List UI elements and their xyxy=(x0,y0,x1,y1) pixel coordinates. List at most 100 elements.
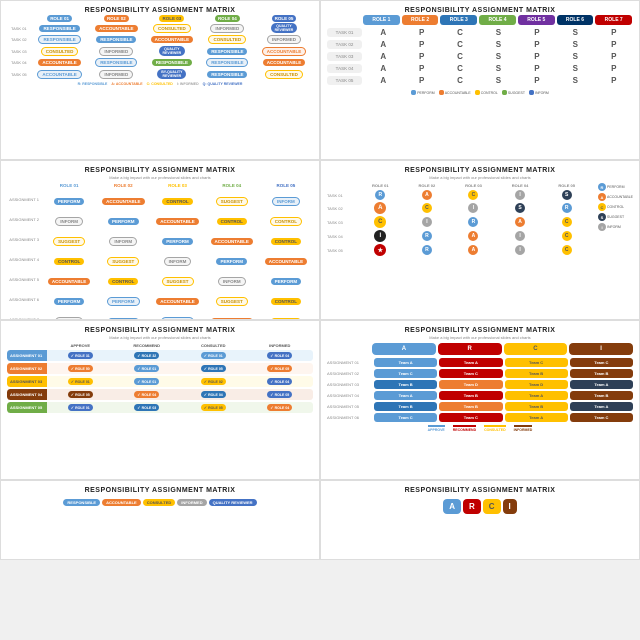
ci-legend-r: R xyxy=(598,183,606,191)
cg-cell-5-3: ✓ROLE 05 xyxy=(180,402,247,413)
cell2-title: RESPONSIBILITY ASSIGNMENT MATRIX xyxy=(405,7,556,14)
icon-grid-container: ROLE 01 ROLE 02 ROLE 03 ROLE 04 ROLE 05 … xyxy=(327,183,633,258)
cg-cell-5-4: ✓ROLE 04 xyxy=(247,402,314,413)
tg-cell-5-4: Team A xyxy=(570,402,633,411)
tg-legend: APPROVE RECOMMEND CONSULTED INFORMED xyxy=(327,425,633,432)
ig-task-1: TASK 01 xyxy=(327,193,357,198)
ci-t4r5: C xyxy=(562,231,572,241)
tg-label-1: ASSIGNMENT 01 xyxy=(327,360,372,365)
pg-row-5: ASSIGNMENT 5 ACCOUNTABLE CONTROL SUGGEST… xyxy=(7,270,313,288)
legend-i: I: INFORMED xyxy=(177,82,199,86)
cp-3-3: ✓ROLE 02 xyxy=(201,378,226,385)
cg-row-4: ASSIGNMENT 04 ✓ROLE 05 ✓ROLE 04 ✓ROLE 04… xyxy=(7,389,313,400)
ci-t1r3: C xyxy=(468,190,478,200)
cg-cell-2-2: ✓ROLE 01 xyxy=(114,363,181,374)
cell-4-5: P xyxy=(518,63,556,74)
ci-legend-s: S xyxy=(598,213,606,221)
cell3-title: RESPONSIBILITY ASSIGNMENT MATRIX xyxy=(85,167,236,174)
task-label-2: TASK 02 xyxy=(327,40,362,49)
legend-perform: PERFORM xyxy=(411,90,435,95)
tg-cell-3-1: Team B xyxy=(374,380,437,389)
tg-leg-consulted: CONSULTED xyxy=(484,425,506,432)
cell-5-5: P xyxy=(518,75,556,86)
cg-label-4: ASSIGNMENT 04 xyxy=(7,389,47,400)
c8-col-c: C xyxy=(483,499,501,514)
tg-cell-4-4: Team B xyxy=(570,391,633,400)
col-role7: ROLE 7 xyxy=(595,15,632,25)
ig-row-t02: TASK 02 A C I S R xyxy=(327,202,590,214)
tg-label-5: ASSIGNMENT 05 xyxy=(327,404,372,409)
cp-1-4: ✓ROLE 04 xyxy=(267,352,292,359)
tg-cell-2-1: Team C xyxy=(374,369,437,378)
cg-row-2: ASSIGNMENT 02 ✓ROLE 50 ✓ROLE 01 ✓ROLE 05… xyxy=(7,363,313,374)
ig-col-r05: ROLE 05 xyxy=(543,183,590,188)
role-header-3: ROLE 03 xyxy=(159,15,184,22)
tg-cell-3-2: Team D xyxy=(439,380,502,389)
role-header-1: ROLE 01 xyxy=(47,15,72,22)
col-role4: ROLE 4 xyxy=(479,15,516,25)
tg-cell-6-1: Team C xyxy=(374,413,437,422)
cell7-title: RESPONSIBILITY ASSIGNMENT MATRIX xyxy=(85,487,236,494)
task-label-5: TASK 05 xyxy=(327,76,362,85)
cp-2-2: ✓ROLE 01 xyxy=(134,365,159,372)
cp-3-1: ✓ROLE 01 xyxy=(68,378,93,385)
lg-perform: PERFORM xyxy=(607,185,625,189)
cg-row-3: ASSIGNMENT 03 ✓ROLE 01 ✓ROLE 01 ✓ROLE 02… xyxy=(7,376,313,387)
lg-inform: INFORM xyxy=(607,225,621,229)
cg-header: APPROVE RECOMMEND CONSULTED INFORMED xyxy=(7,343,313,348)
legend-perform-label: PERFORM xyxy=(417,91,435,95)
cell-4-3: C xyxy=(441,63,479,74)
tg-leg-recommend: RECOMMEND xyxy=(453,425,476,432)
ci-t2r1: A xyxy=(374,202,386,214)
pg-label-2: ASSIGNMENT 2 xyxy=(7,217,42,222)
cell-1-raciq: RESPONSIBILITY ASSIGNMENT MATRIX ROLE 01… xyxy=(0,0,320,160)
ig-col-r01: ROLE 01 xyxy=(357,183,404,188)
task-label-3: TASK 03 xyxy=(327,52,362,61)
cell-4-icon-grid: RESPONSIBILITY ASSIGNMENT MATRIX Make a … xyxy=(320,160,640,320)
legend-accountable: ACCOUNTABLE xyxy=(439,90,471,95)
ci-t1r4: I xyxy=(515,190,525,200)
pgcol-role02: ROLE 02 xyxy=(96,183,150,188)
ci-t4r4: I xyxy=(515,231,525,241)
cg-cell-1-3: ✓ROLE 01 xyxy=(180,350,247,361)
tg-cell-1-3: Team C xyxy=(505,358,568,367)
legend-control-2: C CONTROL xyxy=(598,203,633,211)
task-row-5: TASK 05 A P C S P S P xyxy=(327,75,633,86)
cell-4-2: P xyxy=(402,63,440,74)
pg-label-4: ASSIGNMENT 4 xyxy=(7,257,42,262)
raciq-table: ROLE 01 ROLE 02 ROLE 03 ROLE 04 ROLE 05 … xyxy=(7,15,313,80)
legend-inform-label: INFORM xyxy=(535,91,549,95)
ig-legend: R PERFORM A ACCOUNTABLE C CONTROL S SUGG… xyxy=(598,183,633,258)
cell-1-2: P xyxy=(402,27,440,38)
pg-label-6: ASSIGNMENT 6 xyxy=(7,297,42,302)
pg-row-1: ASSIGNMENT 1 PERFORM ACCOUNTABLE CONTROL… xyxy=(7,190,313,208)
cg-cell-5-1: ✓ROLE 01 xyxy=(47,402,114,413)
cell-4-4: S xyxy=(479,63,517,74)
task-label-4: TASK 04 xyxy=(327,64,362,73)
pgcol-role04: ROLE 04 xyxy=(205,183,259,188)
cp-2-3: ✓ROLE 05 xyxy=(201,365,226,372)
ig-row-t01: TASK 01 R A C I S xyxy=(327,190,590,200)
cg-cell-4-2: ✓ROLE 04 xyxy=(114,389,181,400)
ci-t3r2: I xyxy=(422,217,432,227)
c7-pill-c: CONSULTED xyxy=(143,499,176,506)
cp-4-1: ✓ROLE 05 xyxy=(68,391,93,398)
cell-7-partial: RESPONSIBILITY ASSIGNMENT MATRIX RESPONS… xyxy=(0,480,320,560)
cg-cell-3-1: ✓ROLE 01 xyxy=(47,376,114,387)
ci-t4r1: I xyxy=(374,230,386,242)
cell-2-7: P xyxy=(595,39,633,50)
cell5-subtitle: Make a big impact with our professional … xyxy=(109,335,210,340)
c8-col-r: R xyxy=(463,499,481,514)
ig-task-5: TASK 05 xyxy=(327,248,357,253)
cell-5-4: S xyxy=(479,75,517,86)
apcs-grid: ROLE 1 ROLE 2 ROLE 3 ROLE 4 ROLE 5 ROLE … xyxy=(327,15,633,87)
ci-legend-a: A xyxy=(598,193,606,201)
apcs-header: ROLE 1 ROLE 2 ROLE 3 ROLE 4 ROLE 5 ROLE … xyxy=(327,15,633,25)
tg-col-recommend: R xyxy=(438,343,502,355)
cell-2-6: S xyxy=(556,39,594,50)
cp-5-3: ✓ROLE 05 xyxy=(201,404,226,411)
ci-t3r1: C xyxy=(374,216,386,228)
cg-label-3: ASSIGNMENT 03 xyxy=(7,376,47,387)
tg-row-4: ASSIGNMENT 04 Team A Team B Team A Team … xyxy=(327,391,633,400)
cg-cell-4-1: ✓ROLE 05 xyxy=(47,389,114,400)
